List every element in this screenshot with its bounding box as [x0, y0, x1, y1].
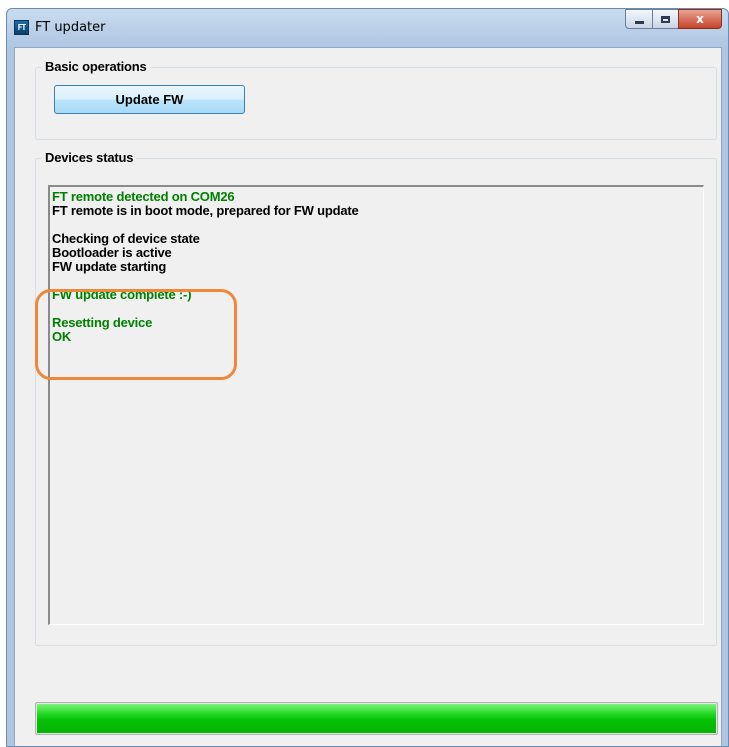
ft-updater-window: FT FT updater x Basic operations Update …: [6, 8, 729, 747]
basic-operations-group: Basic operations Update FW: [35, 59, 717, 140]
devices-status-label: Devices status: [42, 150, 137, 165]
minimize-icon: [634, 20, 644, 24]
log-line: Checking of device state: [52, 231, 200, 246]
app-icon: FT: [14, 20, 29, 35]
log-line: Bootloader is active: [52, 245, 172, 260]
maximize-button[interactable]: [652, 9, 678, 29]
window-title: FT updater: [35, 20, 106, 35]
update-fw-button[interactable]: Update FW: [54, 85, 245, 114]
progress-fill: [37, 704, 716, 733]
client-area: Basic operations Update FW Devices statu…: [14, 47, 722, 746]
log-line: FT remote is in boot mode, prepared for …: [52, 203, 359, 218]
log-line: FW update starting: [52, 259, 167, 274]
basic-operations-label: Basic operations: [42, 59, 150, 74]
devices-status-group: Devices status FT remote detected on COM…: [35, 150, 717, 646]
status-log[interactable]: FT remote detected on COM26 FT remote is …: [48, 185, 704, 625]
close-icon: x: [696, 12, 704, 26]
close-button[interactable]: x: [678, 9, 722, 29]
log-line: OK: [52, 329, 72, 344]
log-line: FT remote detected on COM26: [52, 189, 235, 204]
progress-bar: [35, 702, 718, 735]
title-bar[interactable]: FT FT updater x: [7, 9, 728, 47]
minimize-button[interactable]: [625, 9, 652, 29]
log-line: Resetting device: [52, 315, 153, 330]
maximize-icon: [661, 15, 670, 23]
caption-buttons: x: [625, 9, 722, 29]
log-line: FW update complete :-): [52, 287, 192, 302]
